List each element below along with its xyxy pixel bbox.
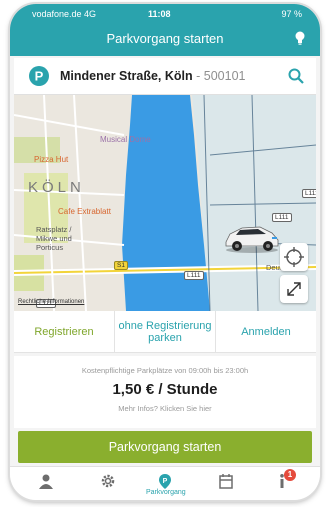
road-label-l111: L111 [184, 271, 204, 280]
more-info-link[interactable]: Mehr Infos? Klicken Sie hier [14, 404, 316, 413]
tariff-hours: Kostenpflichtige Parkplätze von 09:00h b… [81, 366, 249, 375]
map-view[interactable]: KÖLN Musical Dome Pizza Hut Cafe Extrabl… [14, 95, 316, 311]
battery-level: 97 % [281, 9, 302, 19]
street-name: Mindener Straße, Köln [60, 69, 193, 83]
parking-pin-icon: P [29, 66, 49, 86]
road-label-l111-right: L111 [302, 189, 316, 198]
settings-gear-icon[interactable] [100, 473, 116, 489]
tab-bar: P Parkvorgang 1 [10, 466, 320, 500]
notification-badge: 1 [284, 469, 296, 481]
map-attribution-link[interactable]: Rechtliche Informationen [18, 299, 84, 305]
register-option[interactable]: Registrieren [14, 311, 115, 352]
clock: 11:08 [148, 9, 171, 19]
crosshair-icon [284, 247, 304, 267]
city-label: KÖLN [28, 179, 85, 196]
poi-area: Ratsplatz / Mikwe und Porticus [36, 225, 72, 252]
phone-frame: vodafone.de 4G 11:08 97 % Parkvorgang st… [10, 4, 320, 500]
tariff-price: 1,50 € / Stunde [112, 381, 218, 398]
parking-tab-label[interactable]: Parkvorgang [146, 489, 186, 496]
start-parking-button[interactable]: Parkvorgang starten [18, 431, 312, 463]
tariff-info: Kostenpflichtige Parkplätze von 09:00h b… [14, 356, 316, 428]
parking-tab-icon[interactable]: P [157, 473, 173, 489]
app-header: vodafone.de 4G 11:08 97 % Parkvorgang st… [10, 4, 320, 56]
search-input[interactable]: Mindener Straße, Köln - 500101 [60, 69, 245, 83]
svg-text:P: P [163, 478, 168, 485]
locate-me-button[interactable] [280, 243, 308, 271]
park-without-registration-option[interactable]: ohne Registrierung parken [115, 311, 216, 352]
poi-pizza-hut: Pizza Hut [34, 155, 69, 164]
poi-musical-dome: Musical Dome [100, 135, 151, 144]
page-title: Parkvorgang starten [106, 31, 224, 46]
status-bar: vodafone.de 4G 11:08 97 % [32, 8, 302, 20]
expand-map-button[interactable] [280, 275, 308, 303]
parking-mode-selector: Registrieren ohne Registrierung parken A… [14, 311, 316, 353]
location-search-bar[interactable]: P Mindener Straße, Köln - 500101 [14, 58, 316, 95]
zone-number: 500101 [203, 69, 246, 83]
road-label-s1: S1 [114, 261, 128, 270]
svg-text:P: P [35, 69, 44, 84]
lightbulb-icon[interactable] [294, 31, 306, 45]
poi-cafe: Cafe Extrablatt [58, 207, 111, 216]
carrier-label: vodafone.de 4G [32, 9, 97, 19]
login-option[interactable]: Anmelden [216, 311, 316, 352]
expand-icon [287, 282, 301, 296]
map-base [14, 95, 316, 311]
address-separator: - [192, 69, 204, 83]
calendar-icon[interactable] [218, 473, 234, 489]
profile-icon[interactable] [38, 473, 54, 489]
car-icon [225, 226, 279, 253]
search-icon[interactable] [288, 68, 304, 84]
